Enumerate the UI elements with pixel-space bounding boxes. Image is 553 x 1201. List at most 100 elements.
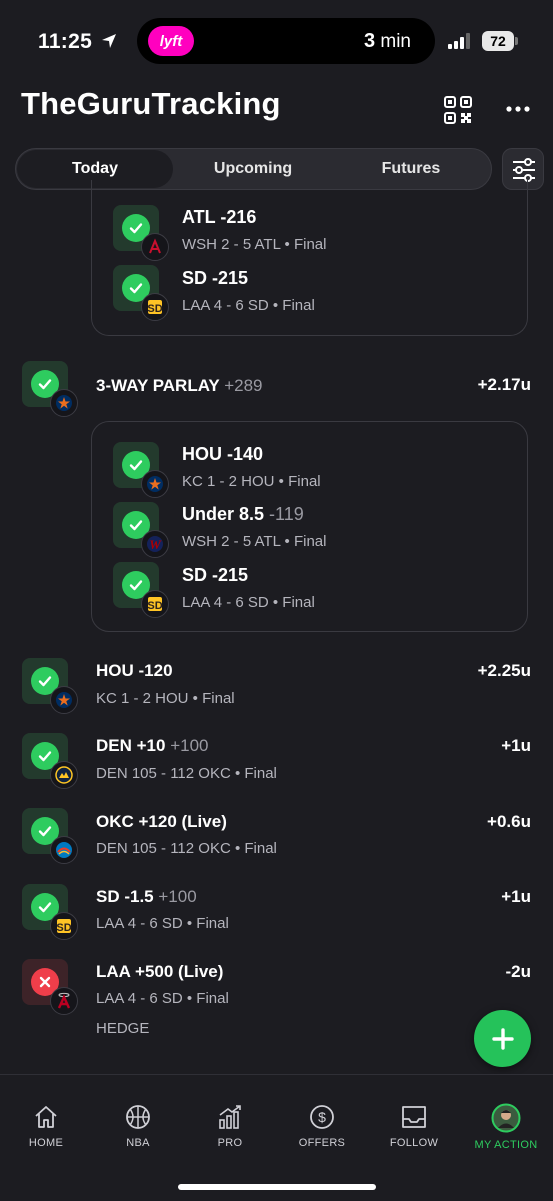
nav-home[interactable]: HOME	[6, 1103, 86, 1149]
dollar-icon: $	[310, 1105, 334, 1129]
leg-score: WSH 2 - 5 ATL • Final	[182, 236, 327, 253]
svg-text:SD: SD	[147, 600, 162, 612]
astros-logo	[50, 389, 78, 417]
leg-row[interactable]	[113, 442, 169, 498]
nuggets-logo	[50, 761, 78, 789]
bet-odds: +100	[170, 736, 209, 755]
plus-icon	[491, 1027, 514, 1050]
bet-result: +2.25u	[477, 661, 531, 680]
leg-score: LAA 4 - 6 SD • Final	[182, 594, 315, 611]
nav-label: HOME	[28, 1137, 64, 1149]
battery-tip	[515, 37, 518, 45]
bet-odds: +289	[224, 376, 263, 395]
bet-title-text: SD -1.5	[96, 887, 154, 906]
qr-code-icon[interactable]	[444, 96, 472, 124]
nav-label: PRO	[217, 1137, 243, 1149]
leg-title-text: Under 8.5	[182, 504, 265, 524]
lyft-logo: lyft	[148, 26, 194, 56]
bet-row[interactable]: SD	[22, 884, 78, 940]
pick-status: SD	[113, 265, 169, 321]
bet-title: LAA +500 (Live)	[96, 962, 223, 982]
pick-status	[22, 658, 78, 714]
bet-score: LAA 4 - 6 SD • Final	[96, 990, 229, 1007]
svg-text:SD: SD	[147, 303, 162, 315]
nationals-logo: W	[141, 530, 169, 558]
bet-row[interactable]	[22, 808, 78, 864]
bet-result: +1u	[501, 736, 531, 755]
pick-status: SD	[113, 562, 169, 618]
bet-score: DEN 105 - 112 OKC • Final	[96, 840, 277, 857]
bet-title: OKC +120 (Live)	[96, 812, 227, 832]
nav-offers[interactable]: $ OFFERS	[282, 1103, 362, 1149]
leg-title: ATL -216	[182, 207, 257, 227]
svg-text:$: $	[318, 1109, 326, 1125]
leg-score: LAA 4 - 6 SD • Final	[182, 297, 315, 314]
eta-value: 3	[363, 30, 376, 52]
bet-score: KC 1 - 2 HOU • Final	[96, 690, 235, 707]
basketball-icon	[126, 1105, 150, 1129]
add-bet-button[interactable]	[474, 1010, 531, 1067]
bet-score: DEN 105 - 112 OKC • Final	[96, 765, 277, 782]
avatar	[491, 1103, 521, 1133]
bet-result: +1u	[501, 887, 531, 906]
nav-label: FOLLOW	[389, 1137, 439, 1149]
chart-icon	[219, 1105, 241, 1129]
astros-logo	[141, 470, 169, 498]
bet-title-text: 3-WAY PARLAY	[96, 376, 220, 395]
signal-icon	[448, 33, 470, 49]
svg-text:SD: SD	[56, 922, 71, 934]
bet-row[interactable]	[22, 658, 78, 714]
pick-status	[22, 361, 78, 417]
padres-logo: SD	[50, 912, 78, 940]
nav-label: OFFERS	[298, 1137, 346, 1149]
dynamic-island[interactable]: lyft 3 min	[137, 18, 435, 64]
leg-title: SD -215	[182, 268, 249, 288]
time-text: 11:25	[38, 30, 93, 53]
nav-nba[interactable]: NBA	[98, 1103, 178, 1149]
bet-row[interactable]	[22, 959, 78, 1015]
bet-title: 3-WAY PARLAY +289	[96, 376, 263, 396]
bet-title: HOU -120	[96, 661, 173, 681]
padres-logo: SD	[141, 590, 169, 618]
leg-row[interactable]	[113, 205, 169, 261]
bet-title: DEN +10 +100	[96, 736, 208, 756]
location-arrow-icon	[102, 34, 117, 48]
angels-logo	[50, 987, 78, 1015]
status-time: 11:25	[38, 30, 118, 54]
bet-row[interactable]	[22, 361, 78, 417]
bet-score: LAA 4 - 6 SD • Final	[96, 915, 229, 932]
nav-pro[interactable]: PRO	[190, 1103, 270, 1149]
leg-row[interactable]: W	[113, 502, 169, 558]
page-title: TheGuruTracking	[21, 86, 281, 121]
bet-title-text: LAA +500 (Live)	[96, 962, 224, 981]
nav-my-action[interactable]: MY ACTION	[466, 1103, 546, 1151]
bet-title-text: DEN +10	[96, 736, 166, 755]
pick-status	[113, 442, 169, 498]
bet-title-text: HOU -120	[96, 661, 173, 680]
bet-result: -2u	[505, 962, 532, 981]
leg-title: Under 8.5 -119	[182, 504, 304, 525]
bet-row[interactable]	[22, 733, 78, 789]
leg-score: WSH 2 - 5 ATL • Final	[182, 533, 327, 550]
nav-follow[interactable]: FOLLOW	[374, 1103, 454, 1149]
braves-logo	[141, 233, 169, 261]
bet-result: +0.6u	[487, 812, 531, 831]
ride-eta: 3 min	[364, 30, 411, 53]
inbox-icon	[402, 1106, 426, 1128]
pick-status: SD	[22, 884, 78, 940]
pick-status	[22, 808, 78, 864]
pick-status	[113, 205, 169, 261]
battery-indicator: 72	[482, 31, 514, 51]
leg-row[interactable]: SD	[113, 265, 169, 321]
nav-label: MY ACTION	[474, 1139, 538, 1151]
bet-title-text: OKC +120 (Live)	[96, 812, 227, 831]
bet-odds: +100	[158, 887, 197, 906]
padres-logo: SD	[141, 293, 169, 321]
pick-status	[22, 959, 78, 1015]
bet-title: SD -1.5 +100	[96, 887, 197, 907]
nav-label: NBA	[126, 1137, 150, 1149]
more-icon[interactable]	[506, 105, 530, 113]
home-icon	[35, 1106, 57, 1128]
leg-title: SD -215	[182, 565, 248, 586]
leg-row[interactable]: SD	[113, 562, 169, 618]
